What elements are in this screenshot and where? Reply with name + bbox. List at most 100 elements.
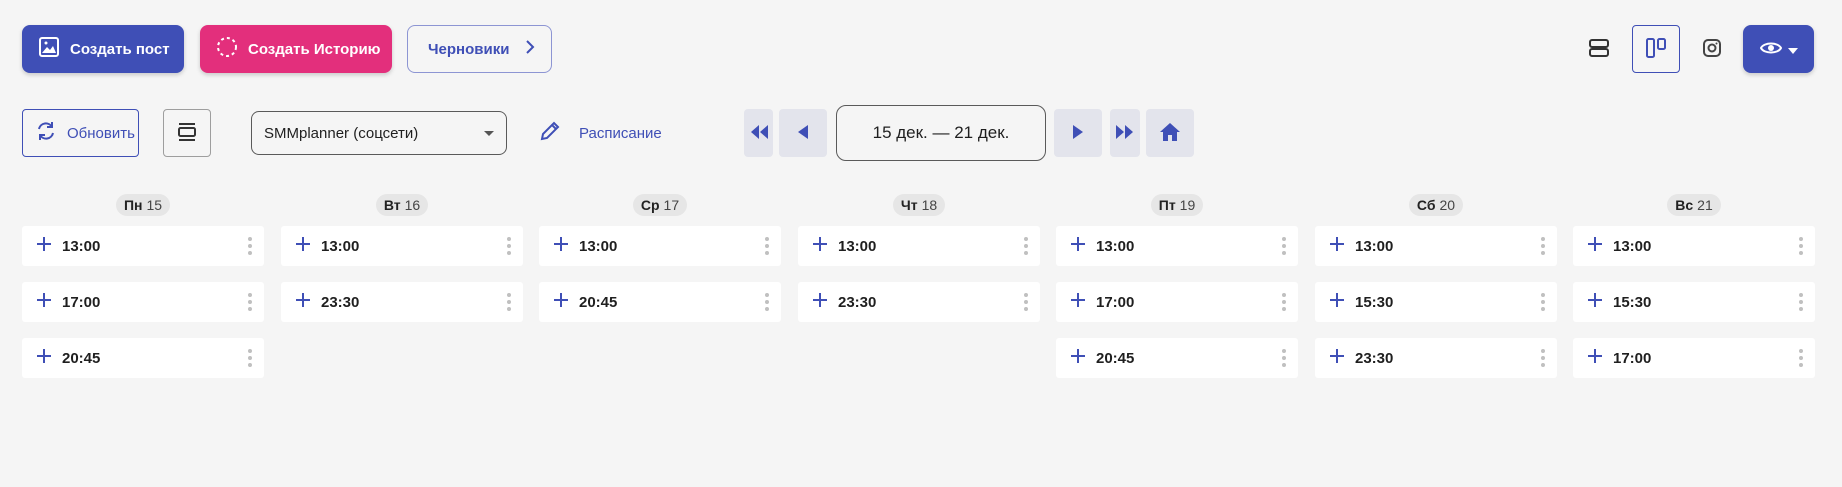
story-circle-icon (216, 36, 238, 62)
last-week-button[interactable] (1110, 109, 1140, 157)
double-arrow-left-icon (749, 124, 769, 142)
previous-week-button[interactable] (779, 109, 827, 157)
plus-icon[interactable] (812, 292, 828, 313)
week-range-display[interactable]: 15 дек. — 21 дек. (836, 105, 1046, 161)
more-vertical-icon[interactable] (1282, 349, 1286, 367)
time-slot[interactable]: 17:00 (1573, 338, 1815, 378)
refresh-button[interactable]: Обновить (22, 109, 139, 157)
time-slot[interactable]: 23:30 (798, 282, 1040, 322)
next-week-button[interactable] (1054, 109, 1102, 157)
more-vertical-icon[interactable] (248, 237, 252, 255)
plus-icon[interactable] (1587, 236, 1603, 257)
time-slot[interactable]: 15:30 (1315, 282, 1557, 322)
slot-time: 13:00 (1613, 237, 1652, 255)
slot-time: 23:30 (321, 293, 360, 311)
refresh-label: Обновить (67, 124, 135, 142)
plus-icon[interactable] (1329, 292, 1345, 313)
time-slot[interactable]: 20:45 (22, 338, 264, 378)
slot-list: 13:00 20:45 (539, 226, 781, 322)
view-list-button[interactable] (1575, 25, 1623, 73)
account-select[interactable]: SMMplanner (соцсети) (251, 111, 507, 155)
more-vertical-icon[interactable] (1799, 237, 1803, 255)
more-vertical-icon[interactable] (1282, 293, 1286, 311)
instagram-icon (1701, 37, 1723, 62)
first-week-button[interactable] (744, 109, 773, 157)
eye-icon (1759, 40, 1782, 59)
time-slot[interactable]: 13:00 (281, 226, 523, 266)
current-week-button[interactable] (1146, 109, 1194, 157)
plus-icon[interactable] (1587, 348, 1603, 369)
more-vertical-icon[interactable] (1024, 237, 1028, 255)
day-header: Чт 18 (798, 194, 1040, 216)
time-slot[interactable]: 23:30 (1315, 338, 1557, 378)
time-slot[interactable]: 23:30 (281, 282, 523, 322)
time-slot[interactable]: 20:45 (1056, 338, 1298, 378)
view-instagram-button[interactable] (1688, 25, 1736, 73)
more-vertical-icon[interactable] (1799, 349, 1803, 367)
time-slot[interactable]: 13:00 (1315, 226, 1557, 266)
plus-icon[interactable] (295, 236, 311, 257)
more-vertical-icon[interactable] (507, 237, 511, 255)
more-vertical-icon[interactable] (765, 237, 769, 255)
plus-icon[interactable] (1070, 236, 1086, 257)
time-slot[interactable]: 13:00 (1573, 226, 1815, 266)
more-vertical-icon[interactable] (248, 293, 252, 311)
time-slot[interactable]: 15:30 (1573, 282, 1815, 322)
plus-icon[interactable] (36, 292, 52, 313)
more-vertical-icon[interactable] (1282, 237, 1286, 255)
more-vertical-icon[interactable] (507, 293, 511, 311)
day-header: Вс 21 (1573, 194, 1815, 216)
time-slot[interactable]: 17:00 (22, 282, 264, 322)
time-slot[interactable]: 20:45 (539, 282, 781, 322)
time-slot[interactable]: 13:00 (22, 226, 264, 266)
plus-icon[interactable] (1070, 348, 1086, 369)
day-header: Сб 20 (1315, 194, 1557, 216)
more-vertical-icon[interactable] (1541, 237, 1545, 255)
plus-icon[interactable] (553, 236, 569, 257)
plus-icon[interactable] (36, 348, 52, 369)
align-lines-icon (176, 121, 198, 146)
time-slot[interactable]: 13:00 (798, 226, 1040, 266)
plus-icon[interactable] (1329, 236, 1345, 257)
compact-view-button[interactable] (163, 109, 211, 157)
more-vertical-icon[interactable] (1541, 293, 1545, 311)
more-vertical-icon[interactable] (1024, 293, 1028, 311)
create-post-button[interactable]: Создать пост (22, 25, 184, 73)
day-column-0: Пн 15 13:00 17:00 20:45 (22, 194, 264, 394)
create-story-button[interactable]: Создать Историю (200, 25, 392, 73)
columns-icon (1645, 37, 1667, 62)
preview-button[interactable] (1743, 25, 1814, 73)
day-header: Ср 17 (539, 194, 781, 216)
slot-time: 20:45 (579, 293, 618, 311)
day-column-3: Чт 18 13:00 23:30 (798, 194, 1040, 338)
slot-time: 13:00 (321, 237, 360, 255)
plus-icon[interactable] (1587, 292, 1603, 313)
day-label: Пт 19 (1150, 194, 1204, 216)
caret-down-icon (1787, 42, 1798, 57)
day-column-4: Пт 19 13:00 17:00 20:45 (1056, 194, 1298, 394)
day-column-5: Сб 20 13:00 15:30 23:30 (1315, 194, 1557, 394)
schedule-button[interactable]: Расписание (539, 120, 662, 146)
slot-time: 13:00 (1096, 237, 1135, 255)
more-vertical-icon[interactable] (1799, 293, 1803, 311)
plus-icon[interactable] (36, 236, 52, 257)
plus-icon[interactable] (295, 292, 311, 313)
view-columns-button[interactable] (1632, 25, 1680, 73)
plus-icon[interactable] (812, 236, 828, 257)
plus-icon[interactable] (1070, 292, 1086, 313)
more-vertical-icon[interactable] (248, 349, 252, 367)
more-vertical-icon[interactable] (765, 293, 769, 311)
slot-time: 13:00 (1355, 237, 1394, 255)
slot-time: 23:30 (1355, 349, 1394, 367)
drafts-label: Черновики (428, 40, 510, 58)
time-slot[interactable]: 17:00 (1056, 282, 1298, 322)
time-slot[interactable]: 13:00 (1056, 226, 1298, 266)
time-slot[interactable]: 13:00 (539, 226, 781, 266)
chevron-right-icon (525, 39, 535, 59)
day-date: 18 (921, 197, 938, 213)
plus-icon[interactable] (553, 292, 569, 313)
plus-icon[interactable] (1329, 348, 1345, 369)
drafts-button[interactable]: Черновики (407, 25, 552, 73)
arrow-left-icon (797, 124, 809, 142)
more-vertical-icon[interactable] (1541, 349, 1545, 367)
